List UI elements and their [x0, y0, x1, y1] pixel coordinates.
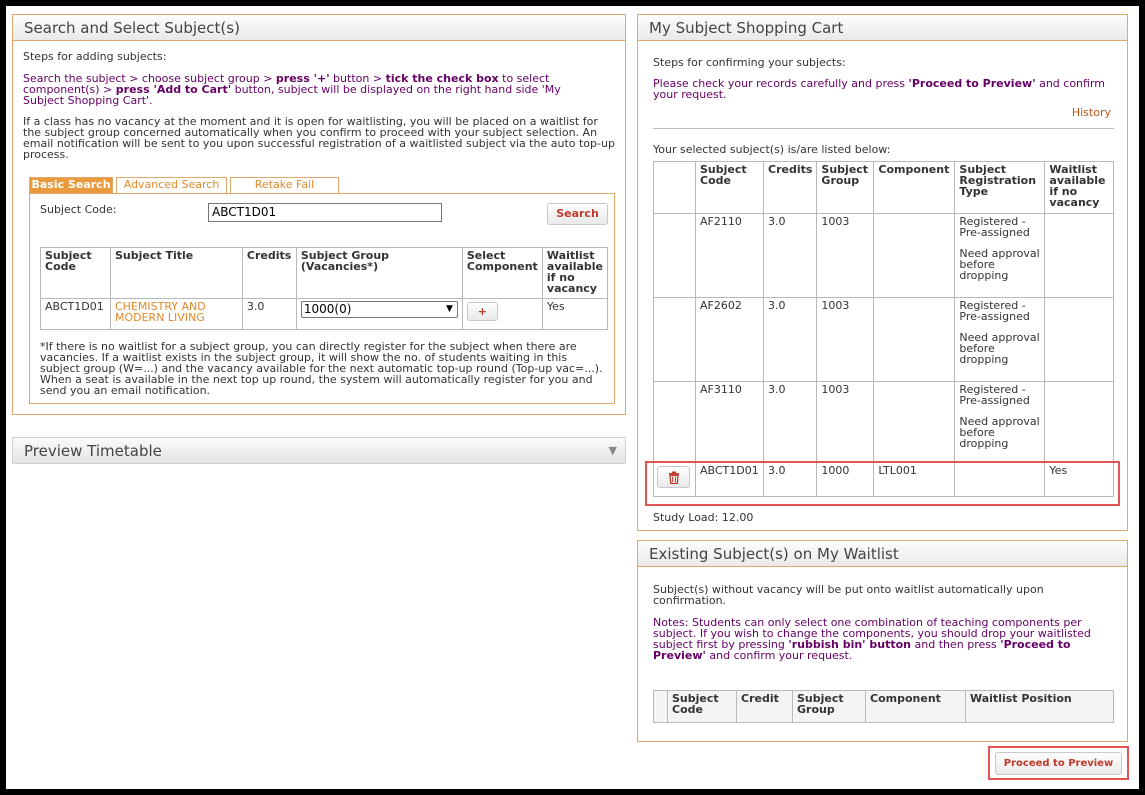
row-component [873, 297, 956, 382]
row-credits: 3.0 [241, 298, 297, 330]
steps-text: Search the subject > choose subject grou… [23, 72, 561, 107]
row-credits: 3.0 [762, 213, 818, 298]
add-group-button[interactable]: + [466, 302, 498, 321]
row-waitlist [1044, 297, 1114, 382]
search-button[interactable]: Search [547, 203, 608, 225]
proceed-to-preview-button[interactable]: Proceed to Preview [995, 752, 1122, 775]
history-link[interactable]: History [1072, 107, 1111, 118]
waitlist-table: Subject Code Credit Subject Group Compon… [653, 690, 1114, 723]
row-waitlist [1044, 213, 1114, 298]
row-component [873, 213, 956, 298]
waitlist-notes: Notes: Students can only select one comb… [653, 616, 1091, 662]
col-action [653, 690, 668, 723]
search-tabs: Basic Search Advanced Search Retake Fail [29, 177, 615, 193]
col-select-component: Select Component [461, 247, 543, 299]
panel-title: Search and Select Subject(s) [13, 15, 625, 41]
row-waitlist: Yes [541, 298, 609, 330]
col-action [653, 161, 696, 214]
col-waitlist-position: Waitlist Position [965, 690, 1114, 723]
table-header-row: Subject Code Credits Subject Group Compo… [653, 161, 1114, 214]
col-registration-type: Subject Registration Type [954, 161, 1046, 214]
subject-code-input[interactable]: ABCT1D01 [208, 203, 442, 222]
listed-label: Your selected subject(s) is/are listed b… [653, 143, 891, 156]
table-row: AF3110 3.0 1003 Registered - Pre-assigne… [653, 381, 1114, 463]
col-waitlist: Waitlist available if no vacancy [1044, 161, 1114, 214]
row-registration-type: Registered - Pre-assigned Need approval b… [954, 213, 1046, 298]
tab-advanced-search[interactable]: Advanced Search [116, 177, 227, 193]
col-waitlist: Waitlist available if no vacancy [541, 247, 609, 299]
col-subject-group: Subject Group [792, 690, 866, 723]
table-row: ABCT1D01 CHEMISTRY AND MODERN LIVING 3.0… [40, 298, 609, 330]
cart-table: Subject Code Credits Subject Group Compo… [653, 161, 1114, 497]
panel-title: My Subject Shopping Cart [638, 15, 1127, 41]
waitlist-note: If a class has no vacancy at the moment … [23, 115, 615, 161]
app-window: Search and Select Subject(s) Steps for a… [6, 6, 1139, 789]
row-credits: 3.0 [762, 381, 818, 463]
chevron-down-icon: ▼ [445, 304, 453, 314]
shopping-cart-panel: My Subject Shopping Cart Steps for confi… [637, 14, 1128, 531]
col-component: Component [873, 161, 956, 214]
waitlist-info: Subject(s) without vacancy will be put o… [653, 583, 1044, 607]
highlight-box [645, 461, 1120, 506]
divider [653, 128, 1114, 129]
col-subject-title: Subject Title [109, 247, 243, 299]
col-subject-group: Subject Group [816, 161, 875, 214]
col-subject-group: Subject Group (Vacancies*) [295, 247, 463, 299]
row-subject-code: ABCT1D01 [40, 298, 111, 330]
row-credits: 3.0 [762, 297, 818, 382]
row-subject-group-cell: 1000(0) ▼ [295, 298, 463, 330]
subject-code-label: Subject Code: [40, 203, 117, 216]
tab-basic-search[interactable]: Basic Search [29, 177, 113, 193]
preview-timetable-panel[interactable]: Preview Timetable ▼ [12, 437, 626, 464]
row-select-component-cell: + [461, 298, 543, 330]
row-group: 1003 [816, 213, 875, 298]
table-row: AF2602 3.0 1003 Registered - Pre-assigne… [653, 297, 1114, 382]
cart-steps-text: Please check your records carefully and … [653, 77, 1105, 101]
col-subject-code: Subject Code [695, 161, 764, 214]
row-component [873, 381, 956, 463]
row-subject-title-link[interactable]: CHEMISTRY AND MODERN LIVING [109, 298, 243, 330]
chevron-down-icon[interactable]: ▼ [609, 444, 617, 457]
col-subject-code: Subject Code [667, 690, 737, 723]
row-group: 1003 [816, 297, 875, 382]
table-header-row: Subject Code Subject Title Credits Subje… [40, 247, 609, 299]
row-registration-type: Registered - Pre-assigned Need approval b… [954, 297, 1046, 382]
footnote: *If there is no waitlist for a subject g… [40, 340, 603, 397]
cart-steps-heading: Steps for confirming your subjects: [653, 56, 846, 69]
col-credits: Credits [241, 247, 297, 299]
table-row: AF2110 3.0 1003 Registered - Pre-assigne… [653, 213, 1114, 298]
study-load: Study Load: 12.00 [653, 511, 754, 524]
col-credits: Credits [762, 161, 818, 214]
row-code: AF2110 [695, 213, 764, 298]
basic-search-box: Subject Code: ABCT1D01 Search Subject Co… [29, 193, 615, 404]
table-header-row: Subject Code Credit Subject Group Compon… [653, 690, 1114, 723]
search-select-panel: Search and Select Subject(s) Steps for a… [12, 14, 626, 415]
subject-group-select[interactable]: 1000(0) ▼ [300, 301, 458, 318]
col-subject-code: Subject Code [40, 247, 111, 299]
row-code: AF2602 [695, 297, 764, 382]
row-group: 1003 [816, 381, 875, 463]
row-waitlist [1044, 381, 1114, 463]
steps-heading: Steps for adding subjects: [23, 50, 167, 63]
row-registration-type: Registered - Pre-assigned Need approval b… [954, 381, 1046, 463]
col-component: Component [865, 690, 966, 723]
preview-timetable-title[interactable]: Preview Timetable [13, 438, 625, 463]
row-code: AF3110 [695, 381, 764, 463]
col-credit: Credit [736, 690, 793, 723]
tab-retake-fail[interactable]: Retake Fail [230, 177, 339, 193]
waitlist-panel: Existing Subject(s) on My Waitlist Subje… [637, 540, 1128, 742]
search-results-table: Subject Code Subject Title Credits Subje… [40, 247, 609, 330]
panel-title: Existing Subject(s) on My Waitlist [638, 541, 1127, 567]
